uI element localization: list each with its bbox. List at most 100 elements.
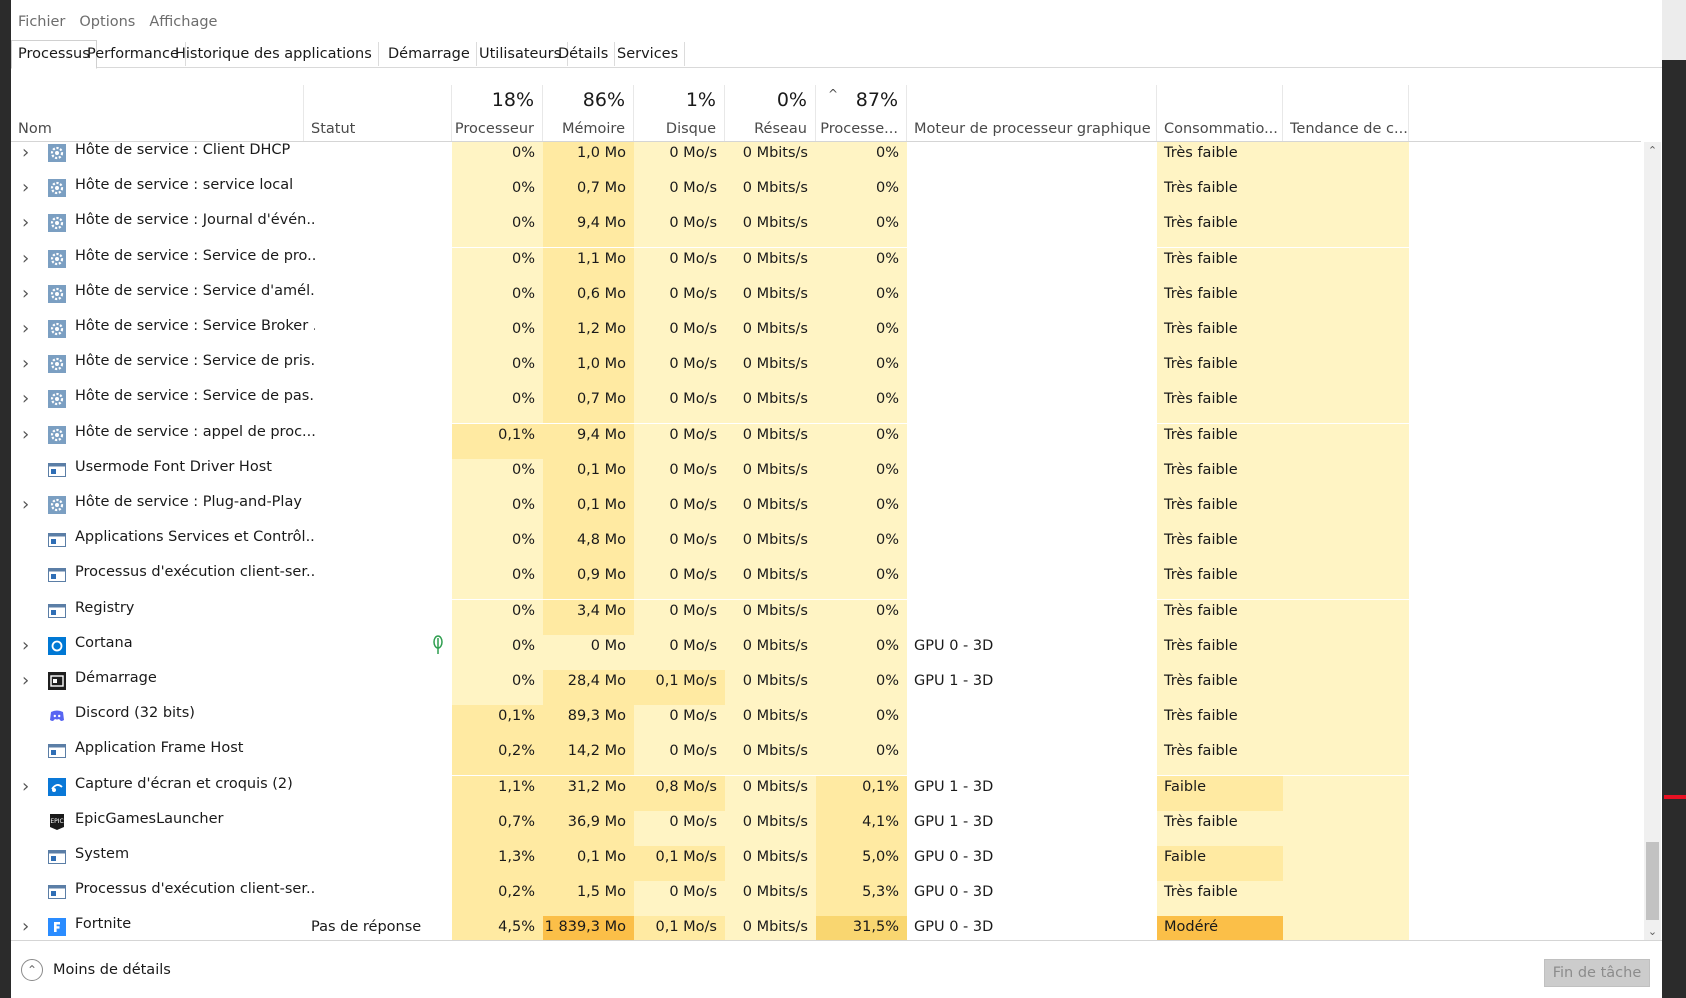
gpu-engine-cell: GPU 0 - 3D <box>914 849 994 865</box>
cpu-cell: 4,5% <box>452 916 543 940</box>
menu-options[interactable]: Options <box>72 10 142 36</box>
mem-cell: 31,2 Mo <box>543 775 634 811</box>
table-row[interactable]: System 1,3% 0,1 Mo 0,1 Mo/s 0 Mbits/s 5,0% GPU… <box>11 846 1641 881</box>
window-icon <box>48 848 66 866</box>
table-row[interactable]: › Hôte de service : Service de pas... 0% 0,… <box>11 388 1641 424</box>
gpu-engine-cell: GPU 1 - 3D <box>914 673 994 689</box>
table-row[interactable]: Application Frame Host 0,2% 14,2 Mo 0 Mo/s 0… <box>11 740 1641 776</box>
table-row[interactable]: › Hôte de service : Plug-and-Play 0% 0,1 Mo… <box>11 494 1641 529</box>
cortana-icon <box>48 636 66 655</box>
col-header-gpu[interactable]: ^ 87% Processe... <box>816 85 907 141</box>
process-name: Usermode Font Driver Host <box>75 458 272 475</box>
table-row[interactable]: Processus d'exécution client-ser... 0,2% 1… <box>11 881 1641 917</box>
expand-chevron-icon[interactable]: › <box>22 319 34 339</box>
table-row[interactable]: Applications Services et Contrôl... 0% 4,8… <box>11 529 1641 565</box>
gpu-cell: 0% <box>816 142 907 177</box>
disk-cell: 0 Mo/s <box>634 705 725 741</box>
col-header-nom[interactable]: Nom <box>11 85 304 141</box>
status-cell <box>304 881 452 916</box>
expand-chevron-icon[interactable]: › <box>22 248 34 269</box>
power-usage-cell: Très faible <box>1157 705 1283 741</box>
gpu-total-pct: 87% <box>855 89 898 111</box>
status-cell <box>304 705 452 740</box>
tab-historique[interactable]: Historique des applications <box>169 42 379 66</box>
table-row[interactable]: › Hôte de service : service local 0% 0,7 Mo… <box>11 177 1641 213</box>
table-row[interactable]: › Hôte de service : Service Broker ... 0% 1… <box>11 318 1641 353</box>
gpu-engine-cell: GPU 0 - 3D <box>914 884 994 901</box>
col-header-disk[interactable]: 1% Disque <box>634 85 725 141</box>
expand-chevron-icon[interactable]: › <box>22 178 34 198</box>
expand-chevron-icon[interactable]: › <box>22 424 34 445</box>
expand-chevron-icon[interactable]: › <box>22 389 34 409</box>
mem-cell: 1,0 Mo <box>543 142 634 177</box>
col-header-net[interactable]: 0% Réseau <box>725 85 816 141</box>
table-row[interactable]: Processus d'exécution client-ser... 0% 0,9… <box>11 564 1641 600</box>
menu-fichier[interactable]: Fichier <box>11 10 72 36</box>
col-header-power[interactable]: Consommatio... <box>1157 85 1283 141</box>
expand-chevron-icon[interactable]: › <box>22 213 34 233</box>
col-header-gpu-engine[interactable]: Moteur de processeur graphique <box>907 85 1157 141</box>
cpu-cell: 0,1% <box>452 423 543 459</box>
table-row[interactable]: › Hôte de service : Client DHCP 0% 1,0 Mo 0 … <box>11 142 1641 177</box>
power-usage-cell: Très faible <box>1157 318 1283 353</box>
mem-cell: 0,9 Mo <box>543 564 634 600</box>
tab-services[interactable]: Services <box>611 42 686 66</box>
power-trend-cell <box>1283 353 1409 389</box>
gpu-cell: 0% <box>816 599 907 635</box>
cpu-cell: 0,2% <box>452 740 543 776</box>
tab-demarrage[interactable]: Démarrage <box>382 42 477 66</box>
table-row[interactable]: › Hôte de service : Service d'amél... 0% 0,… <box>11 282 1641 318</box>
expand-chevron-icon[interactable]: › <box>22 917 34 937</box>
expand-chevron-icon[interactable]: › <box>22 283 34 304</box>
scroll-down-arrow-icon[interactable]: ⌄ <box>1644 923 1661 940</box>
net-cell: 0 Mbits/s <box>725 212 816 248</box>
vertical-scrollbar[interactable]: ⌃ ⌄ <box>1644 142 1661 940</box>
gpu-engine-cell: GPU 1 - 3D <box>914 813 994 830</box>
expand-chevron-icon[interactable]: › <box>22 776 34 797</box>
table-row[interactable]: › Hôte de service : Service de pris... 0% 1… <box>11 353 1641 389</box>
process-name: Processus d'exécution client-ser... <box>75 881 315 898</box>
menu-affichage[interactable]: Affichage <box>142 10 224 36</box>
table-row[interactable]: EPIC EpicGamesLauncher 0,7% 36,9 Mo 0 Mo/s 0 … <box>11 810 1641 846</box>
table-row[interactable]: › Cortana 0% 0 Mo 0 Mo/s 0 Mbits/s 0% GPU 0 - 3… <box>11 634 1641 670</box>
col-header-statut[interactable]: Statut <box>304 85 452 141</box>
status-cell <box>304 846 452 881</box>
col-header-trend[interactable]: Tendance de c... <box>1283 85 1409 141</box>
net-cell: 0 Mbits/s <box>725 775 816 811</box>
scroll-thumb[interactable] <box>1646 842 1659 920</box>
table-row[interactable]: › Hôte de service : Journal d'évén... 0% 9,… <box>11 212 1641 248</box>
gpu-engine-cell <box>907 283 1157 318</box>
window-icon <box>48 883 66 901</box>
expand-chevron-icon[interactable]: › <box>22 495 34 515</box>
table-row[interactable]: › Démarrage 0% 28,4 Mo 0,1 Mo/s 0 Mbits/s 0% GP… <box>11 670 1641 705</box>
col-header-cpu[interactable]: 18% Processeur <box>452 85 543 141</box>
table-row[interactable]: Registry 0% 3,4 Mo 0 Mo/s 0 Mbits/s 0% Très fa… <box>11 599 1641 635</box>
gpu-engine-cell <box>907 142 1157 177</box>
gpu-engine-cell: GPU 0 - 3D <box>914 919 994 936</box>
less-details-toggle[interactable]: ⌃ Moins de détails <box>21 959 171 981</box>
power-usage-cell: Très faible <box>1157 423 1283 459</box>
col-header-mem[interactable]: 86% Mémoire <box>543 85 634 141</box>
table-row[interactable]: Usermode Font Driver Host 0% 0,1 Mo 0 Mo/s 0… <box>11 458 1641 494</box>
table-row[interactable]: › Fortnite Pas de réponse 4,5% 1 839,3 Mo 0,1… <box>11 916 1641 940</box>
expand-chevron-icon[interactable]: › <box>22 635 34 656</box>
scroll-up-arrow-icon[interactable]: ⌃ <box>1644 142 1661 159</box>
disk-cell: 0 Mo/s <box>634 529 725 565</box>
disk-cell: 0 Mo/s <box>634 599 725 635</box>
table-row[interactable]: Discord (32 bits) 0,1% 89,3 Mo 0 Mo/s 0 Mbit… <box>11 705 1641 741</box>
status-cell <box>304 670 452 705</box>
mem-cell: 1,5 Mo <box>543 881 634 917</box>
table-row[interactable]: › Hôte de service : Service de pro... 0% 1,… <box>11 247 1641 283</box>
expand-chevron-icon[interactable]: › <box>22 143 34 163</box>
end-task-button[interactable]: Fin de tâche <box>1544 959 1650 987</box>
table-row[interactable]: › Capture d'écran et croquis (2) 1,1% 31,2 … <box>11 775 1641 811</box>
gpu-engine-cell <box>907 529 1157 564</box>
table-row[interactable]: › Hôte de service : appel de proc... 0,1% 9… <box>11 423 1641 459</box>
expand-chevron-icon[interactable]: › <box>22 671 34 691</box>
expand-chevron-icon[interactable]: › <box>22 354 34 374</box>
col-header-gpu-engine-label: Moteur de processeur graphique <box>914 121 1151 137</box>
power-usage-cell: Très faible <box>1157 142 1283 177</box>
disk-cell: 0 Mo/s <box>634 318 725 353</box>
tab-details[interactable]: Détails <box>552 42 616 66</box>
net-cell: 0 Mbits/s <box>725 423 816 459</box>
